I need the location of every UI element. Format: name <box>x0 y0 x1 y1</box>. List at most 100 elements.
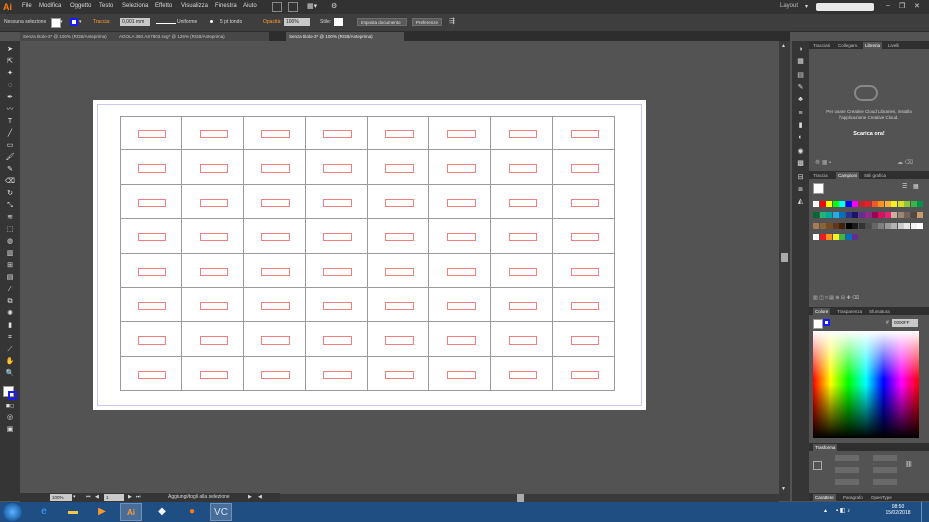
color-swatch[interactable] <box>891 212 897 218</box>
direct-selection-tool-icon[interactable]: ⇱ <box>4 57 16 67</box>
stroke-profile-select[interactable]: Uniforme <box>177 19 197 25</box>
color-swatch[interactable] <box>813 201 819 207</box>
menu-modifica[interactable]: Modifica <box>39 3 61 9</box>
color-swatch[interactable] <box>891 201 897 207</box>
scroll-up-icon[interactable]: ▲ <box>781 43 786 49</box>
color-swatch[interactable] <box>884 201 891 207</box>
arrange-documents-icon[interactable]: ▦▾ <box>307 2 317 10</box>
y-field[interactable] <box>835 467 859 473</box>
stroke-color-icon[interactable] <box>8 391 17 400</box>
media-player-icon[interactable]: ▶ <box>91 503 113 521</box>
symbols-panel-icon[interactable]: ♣ <box>795 95 806 104</box>
tab-carattere[interactable]: Carattere <box>813 494 836 501</box>
slice-tool-icon[interactable]: ⟋ <box>4 345 16 355</box>
label-placeholder-rect[interactable] <box>323 198 352 208</box>
label-placeholder-rect[interactable] <box>199 370 229 379</box>
label-placeholder-rect[interactable] <box>199 233 229 242</box>
label-placeholder-rect[interactable] <box>508 370 538 379</box>
color-swatch[interactable] <box>813 223 819 229</box>
chevron-down-icon[interactable]: ▾ <box>805 3 808 10</box>
label-placeholder-rect[interactable] <box>447 301 476 311</box>
color-swatch[interactable] <box>871 201 878 207</box>
tray-icons[interactable]: ▪ ◧ ♪ <box>836 507 850 514</box>
label-placeholder-rect[interactable] <box>570 233 600 242</box>
zoom-tool-icon[interactable]: 🔍 <box>4 369 16 379</box>
document-setup-button[interactable]: Imposta documento <box>357 18 407 26</box>
arrange-icon[interactable]: ⇶ <box>449 17 455 25</box>
color-swatch[interactable] <box>839 234 845 240</box>
label-placeholder-rect[interactable] <box>323 370 352 379</box>
opacity-label[interactable]: Opacità: <box>263 19 282 25</box>
label-placeholder-rect[interactable] <box>261 301 290 311</box>
label-placeholder-rect[interactable] <box>508 130 538 139</box>
blend-tool-icon[interactable]: ⧉ <box>4 297 16 307</box>
label-placeholder-rect[interactable] <box>447 267 476 276</box>
label-placeholder-rect[interactable] <box>385 130 414 139</box>
horizontal-scroll-thumb[interactable] <box>517 494 524 502</box>
tab-document-agola[interactable]: AGOLA 360.AS7803.svg* @ 126% (RGB/Antepr… <box>116 32 269 41</box>
menu-visualizza[interactable]: Visualizza <box>181 3 208 9</box>
label-placeholder-rect[interactable] <box>199 198 229 208</box>
label-placeholder-rect[interactable] <box>261 164 290 173</box>
menu-finestra[interactable]: Finestra <box>215 3 237 9</box>
image-trace-icon[interactable]: ◭ <box>795 197 806 206</box>
label-placeholder-rect[interactable] <box>261 370 290 379</box>
label-placeholder-rect[interactable] <box>385 301 414 311</box>
label-placeholder-rect[interactable] <box>137 336 167 345</box>
zoom-level-field[interactable]: 100% <box>50 494 72 501</box>
color-swatch[interactable] <box>852 212 858 218</box>
label-placeholder-rect[interactable] <box>570 164 600 173</box>
label-placeholder-rect[interactable] <box>323 164 352 173</box>
tray-arrow-icon[interactable]: ▲ <box>823 508 828 514</box>
label-placeholder-rect[interactable] <box>137 130 167 139</box>
color-swatch[interactable] <box>917 223 923 229</box>
pen-tool-icon[interactable]: ✒ <box>4 93 16 103</box>
color-swatch[interactable] <box>904 201 910 207</box>
stroke-label[interactable]: Traccia: <box>93 19 111 25</box>
color-swatch[interactable] <box>832 223 839 229</box>
eraser-tool-icon[interactable]: ⌫ <box>4 177 16 187</box>
menu-effetto[interactable]: Effetto <box>155 3 172 9</box>
gpu-performance-icon[interactable]: ⚙ <box>331 2 337 10</box>
label-placeholder-rect[interactable] <box>385 198 414 208</box>
label-placeholder-rect[interactable] <box>261 267 290 276</box>
color-swatch[interactable] <box>858 201 865 207</box>
tab-paragrafo[interactable]: Paragrafo <box>843 494 863 501</box>
label-placeholder-rect[interactable] <box>199 336 229 345</box>
tab-trasforma[interactable]: Trasforma <box>813 444 838 451</box>
label-placeholder-rect[interactable] <box>137 198 167 208</box>
label-placeholder-rect[interactable] <box>137 267 167 276</box>
last-artboard-icon[interactable]: ⏭ <box>136 494 141 500</box>
color-mode-icon[interactable]: ◼◻ <box>4 401 16 411</box>
color-swatch[interactable] <box>865 223 871 229</box>
previous-artboard-icon[interactable]: ◀ <box>95 494 99 500</box>
chevron-down-icon[interactable]: ▾ <box>73 494 76 500</box>
align-panel-icon[interactable]: ⊟ <box>795 173 806 182</box>
tab-campioni[interactable]: Campioni <box>836 172 860 179</box>
color-swatch[interactable] <box>845 223 852 229</box>
curvature-tool-icon[interactable]: 〰 <box>4 105 16 115</box>
color-swatch[interactable] <box>826 212 832 218</box>
label-placeholder-rect[interactable] <box>447 164 476 173</box>
label-placeholder-rect[interactable] <box>323 233 352 242</box>
color-swatch[interactable] <box>819 212 826 218</box>
label-placeholder-rect[interactable] <box>199 130 229 139</box>
magic-wand-tool-icon[interactable]: ✦ <box>4 69 16 79</box>
label-placeholder-rect[interactable] <box>323 130 352 139</box>
rotate-tool-icon[interactable]: ↻ <box>4 189 16 199</box>
mesh-tool-icon[interactable]: ⊞ <box>4 261 16 271</box>
gradient-panel-icon[interactable]: ▮ <box>795 121 806 130</box>
free-transform-tool-icon[interactable]: ⬚ <box>4 225 16 235</box>
color-swatch[interactable] <box>858 223 865 229</box>
label-placeholder-rect[interactable] <box>447 233 476 242</box>
label-placeholder-rect[interactable] <box>385 336 414 345</box>
style-swatch[interactable] <box>334 18 343 26</box>
brushes-panel-icon[interactable]: ✎ <box>795 83 806 92</box>
color-spectrum[interactable] <box>813 331 919 438</box>
download-now-link[interactable]: Scarica ora! <box>819 131 919 137</box>
chevron-down-icon[interactable]: ▾ <box>79 19 82 25</box>
label-placeholder-rect[interactable] <box>261 233 290 242</box>
color-swatch[interactable] <box>897 201 904 207</box>
label-placeholder-rect[interactable] <box>570 370 600 379</box>
graph-tool-icon[interactable]: ▮ <box>4 321 16 331</box>
